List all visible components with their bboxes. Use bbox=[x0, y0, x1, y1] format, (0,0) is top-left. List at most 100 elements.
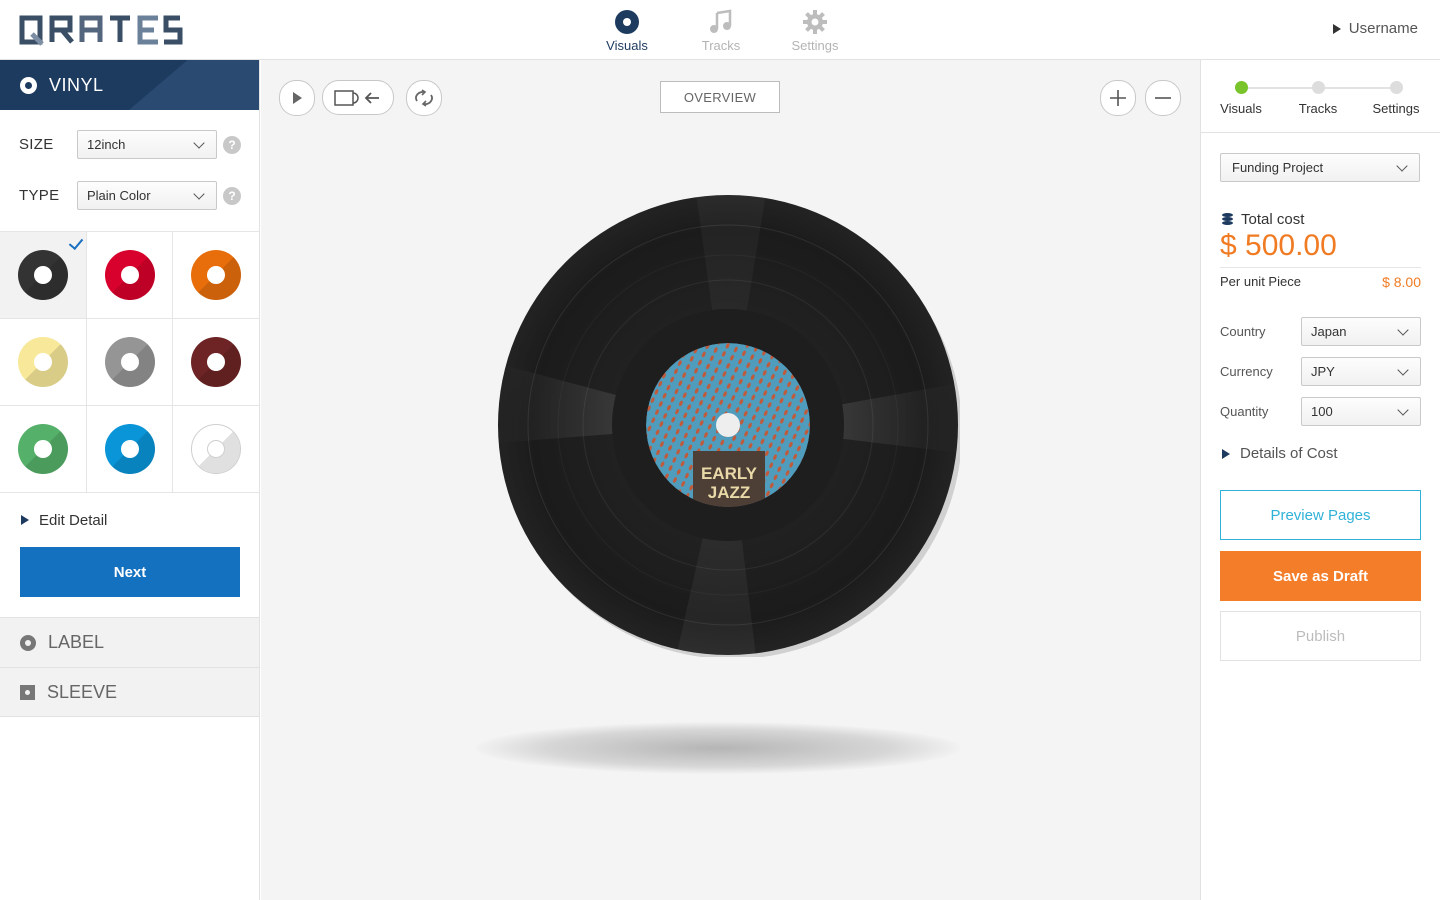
checkmark-icon bbox=[68, 234, 84, 251]
step-dot bbox=[1234, 81, 1248, 94]
type-value: Plain Color bbox=[87, 188, 151, 203]
sleeve-icon bbox=[20, 684, 35, 700]
topnav-tracks-label: Tracks bbox=[701, 38, 741, 53]
type-row: TYPE Plain Color ? bbox=[0, 170, 259, 221]
color-swatch-maroon[interactable] bbox=[173, 319, 259, 406]
slide-out-button[interactable] bbox=[322, 80, 394, 115]
country-label: Country bbox=[1220, 324, 1266, 339]
topnav-visuals[interactable]: Visuals bbox=[580, 0, 674, 60]
total-cost-label: Total cost bbox=[1241, 211, 1305, 228]
plus-icon bbox=[1110, 90, 1126, 106]
disc-hole bbox=[34, 266, 52, 284]
color-swatch-yellow[interactable] bbox=[0, 319, 87, 406]
type-select[interactable]: Plain Color bbox=[77, 181, 217, 210]
vinyl-color-disc bbox=[18, 337, 68, 387]
left-panel: VINYL SIZE 12inch ? TYPE Plain Color ? E… bbox=[0, 60, 260, 900]
vinyl-color-disc bbox=[104, 337, 155, 387]
currency-value: JPY bbox=[1311, 364, 1335, 379]
rotate-button[interactable] bbox=[406, 80, 442, 116]
vinyl-color-disc bbox=[18, 424, 68, 474]
record-label-line2: JAZZ bbox=[708, 483, 751, 502]
topnav-settings[interactable]: Settings bbox=[768, 0, 862, 60]
divider bbox=[1220, 267, 1421, 268]
step-settings[interactable]: Settings bbox=[1356, 81, 1436, 116]
help-icon[interactable]: ? bbox=[223, 135, 241, 154]
record-icon bbox=[20, 76, 37, 94]
currency-row: Currency JPY bbox=[1220, 357, 1421, 386]
record-icon bbox=[614, 9, 640, 35]
color-swatch-green[interactable] bbox=[0, 406, 87, 493]
vinyl-color-disc bbox=[191, 250, 241, 300]
size-row: SIZE 12inch ? bbox=[0, 119, 259, 170]
quantity-label: Quantity bbox=[1220, 404, 1269, 419]
coins-icon bbox=[1222, 213, 1233, 226]
vinyl-section-header[interactable]: VINYL bbox=[0, 60, 259, 110]
country-value: Japan bbox=[1311, 324, 1347, 339]
chevron-down-icon bbox=[193, 188, 205, 200]
overview-button[interactable]: OVERVIEW bbox=[660, 81, 780, 113]
qrates-logo[interactable] bbox=[18, 12, 183, 48]
color-swatch-gray[interactable] bbox=[87, 319, 173, 406]
spindle-hole bbox=[716, 413, 740, 437]
step-dot bbox=[1389, 81, 1403, 94]
sleeve-section-header[interactable]: SLEEVE bbox=[0, 667, 259, 717]
label-section-title: LABEL bbox=[48, 632, 105, 652]
play-button[interactable] bbox=[279, 80, 315, 116]
size-label: SIZE bbox=[19, 136, 54, 153]
caret-right-icon bbox=[21, 515, 29, 525]
project-type-select[interactable]: Funding Project bbox=[1220, 153, 1420, 182]
save-as-draft-button[interactable]: Save as Draft bbox=[1220, 551, 1421, 601]
color-swatch-clear[interactable] bbox=[173, 406, 259, 493]
vinyl-color-disc bbox=[191, 424, 241, 474]
type-label: TYPE bbox=[19, 187, 60, 204]
quantity-select[interactable]: 100 bbox=[1301, 397, 1421, 426]
rotate-icon bbox=[415, 89, 433, 107]
country-select[interactable]: Japan bbox=[1301, 317, 1421, 346]
next-button[interactable]: Next bbox=[20, 547, 240, 597]
chevron-down-icon bbox=[1397, 404, 1409, 416]
unit-price-row: Per unit Piece $ 8.00 bbox=[1220, 274, 1421, 290]
size-select[interactable]: 12inch bbox=[77, 130, 217, 159]
vinyl-color-disc bbox=[191, 337, 241, 387]
zoom-out-button[interactable] bbox=[1145, 80, 1181, 116]
quantity-row: Quantity 100 bbox=[1220, 397, 1421, 426]
currency-select[interactable]: JPY bbox=[1301, 357, 1421, 386]
quantity-value: 100 bbox=[1311, 404, 1333, 419]
minus-icon bbox=[1155, 97, 1171, 99]
color-swatch-grid bbox=[0, 231, 259, 493]
total-cost-header: Total cost bbox=[1222, 211, 1304, 228]
caret-right-icon bbox=[1222, 448, 1230, 459]
chevron-down-icon bbox=[1397, 364, 1409, 376]
sleeve-section-title: SLEEVE bbox=[47, 681, 118, 702]
color-swatch-black[interactable] bbox=[0, 232, 87, 319]
project-type-select-wrap: Funding Project bbox=[1220, 153, 1420, 182]
topnav-tracks[interactable]: Tracks bbox=[674, 0, 768, 60]
preview-pages-button[interactable]: Preview Pages bbox=[1220, 490, 1421, 540]
vinyl-record-preview[interactable]: EARLY JAZZ bbox=[496, 193, 962, 659]
publish-button[interactable]: Publish bbox=[1220, 611, 1421, 661]
disc-hole bbox=[120, 440, 139, 458]
label-section-header[interactable]: LABEL bbox=[0, 617, 259, 667]
record-label-line1: EARLY bbox=[701, 464, 758, 483]
user-menu[interactable]: Username bbox=[1332, 20, 1418, 37]
help-icon[interactable]: ? bbox=[223, 186, 241, 205]
step-tracks[interactable]: Tracks bbox=[1278, 81, 1358, 116]
disc-hole bbox=[120, 353, 139, 371]
disc-hole bbox=[207, 353, 225, 371]
currency-label: Currency bbox=[1220, 364, 1273, 379]
color-swatch-orange[interactable] bbox=[173, 232, 259, 319]
step-dot bbox=[1311, 81, 1325, 94]
details-of-cost-toggle[interactable]: Details of Cost bbox=[1222, 445, 1338, 462]
right-panel: Visuals Tracks Settings Funding Project … bbox=[1200, 60, 1440, 900]
topnav-visuals-label: Visuals bbox=[606, 38, 648, 53]
step-visuals[interactable]: Visuals bbox=[1201, 81, 1281, 116]
project-type-value: Funding Project bbox=[1232, 160, 1324, 175]
label-icon bbox=[20, 634, 36, 651]
disc-hole bbox=[207, 266, 225, 284]
music-note-icon bbox=[708, 9, 734, 35]
edit-detail-toggle[interactable]: Edit Detail bbox=[0, 493, 259, 547]
color-swatch-red[interactable] bbox=[87, 232, 173, 319]
disc-hole bbox=[207, 440, 225, 458]
color-swatch-blue[interactable] bbox=[87, 406, 173, 493]
zoom-in-button[interactable] bbox=[1100, 80, 1136, 116]
